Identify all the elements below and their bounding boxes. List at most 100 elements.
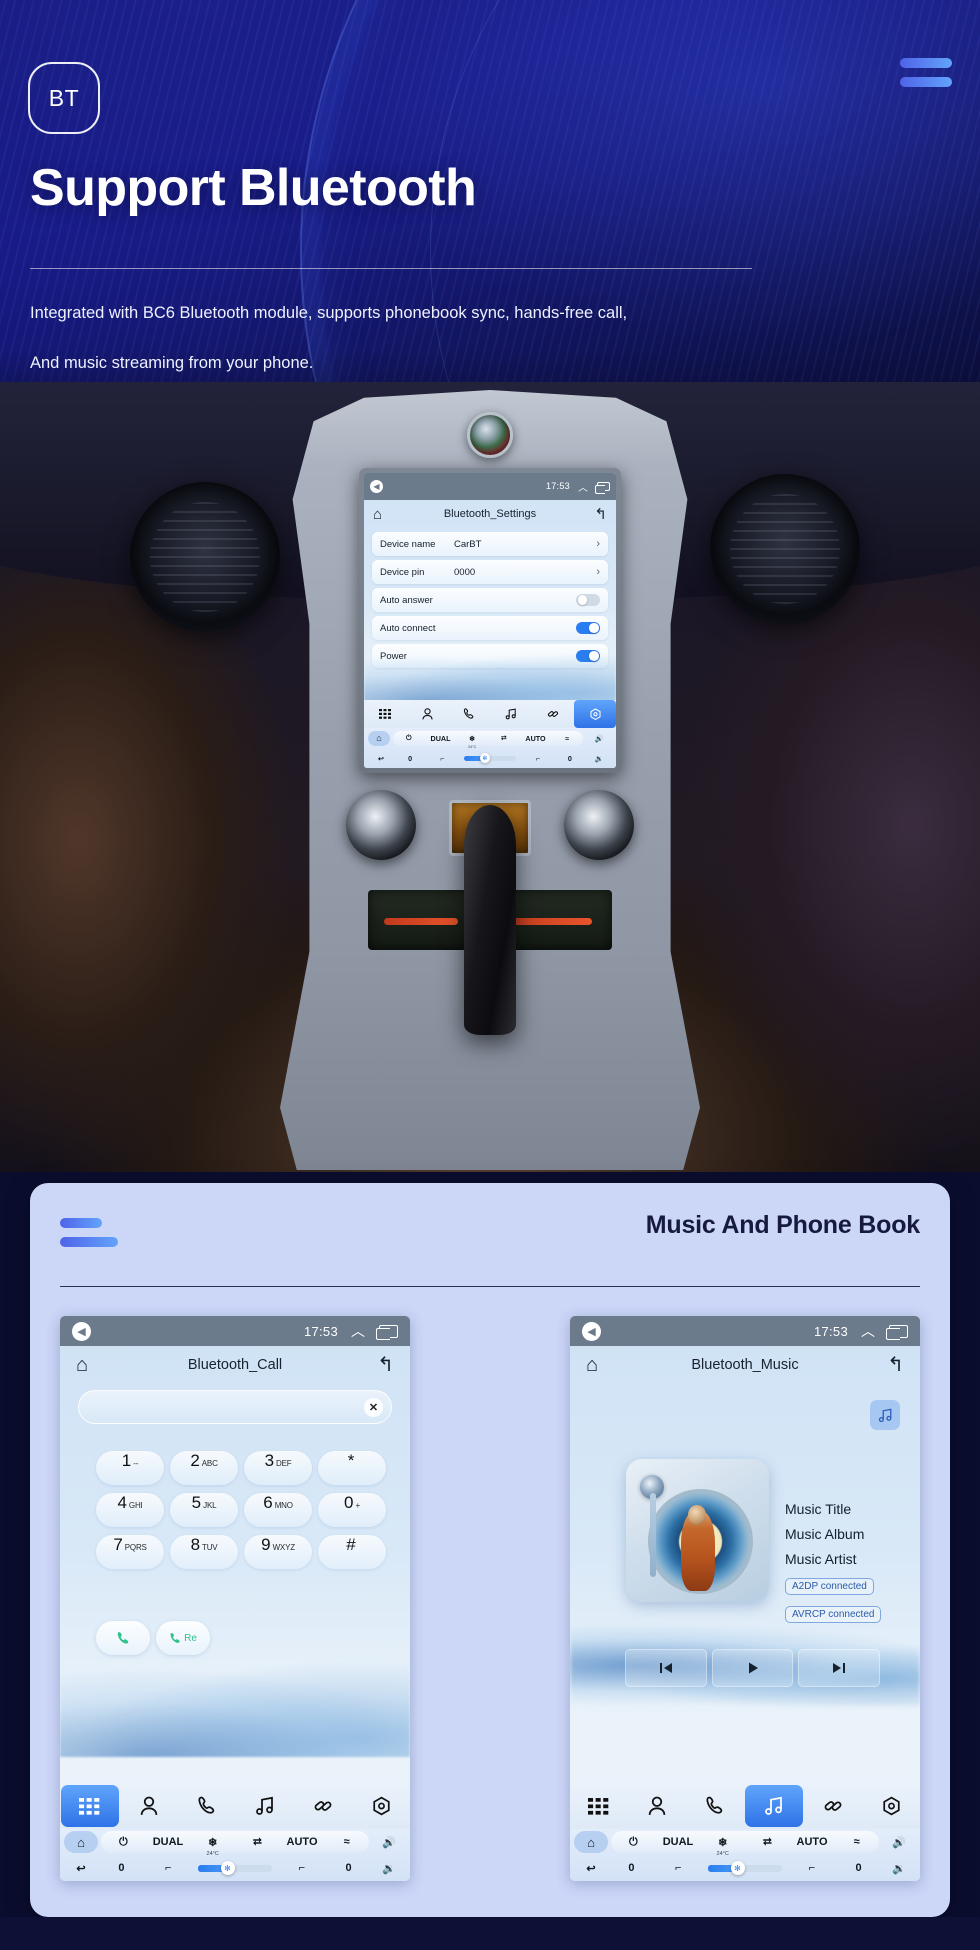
key-7[interactable]: 7 PQRS: [96, 1535, 164, 1569]
ac-knob-left[interactable]: [346, 790, 416, 860]
recent-apps-icon[interactable]: [595, 481, 610, 494]
key-0[interactable]: 0 +: [318, 1493, 386, 1527]
volume-up-button[interactable]: 🔊: [372, 1836, 406, 1849]
hvac-auto-button[interactable]: AUTO: [790, 1836, 835, 1848]
key-5[interactable]: 5 JKL: [170, 1493, 238, 1527]
hvac-power-button[interactable]: ⏻: [101, 1836, 146, 1849]
volume-up-button[interactable]: 🔊: [882, 1836, 916, 1849]
hvac-power-button[interactable]: ⏻: [611, 1836, 656, 1849]
volume-down-button[interactable]: 🔉: [372, 1862, 406, 1875]
play-button[interactable]: [711, 1649, 794, 1687]
tab-music[interactable]: [236, 1783, 294, 1829]
key-digit: 5: [191, 1493, 202, 1512]
bluetooth-music-screen[interactable]: ◀ 17:53 ︿ ⌂ Bluetooth_Music ↰ Music Titl…: [570, 1316, 920, 1881]
chevron-up-icon[interactable]: ︿: [351, 1321, 365, 1341]
key-2[interactable]: 2 ABC: [170, 1451, 238, 1485]
volume-down-button[interactable]: 🔉: [586, 754, 612, 763]
hvac-recirculate-button[interactable]: ⮂: [745, 1836, 790, 1849]
key-9[interactable]: 9 WXYZ: [244, 1535, 312, 1569]
contacts-icon: [140, 1796, 158, 1815]
key-star[interactable]: *: [318, 1451, 386, 1485]
hvac-defrost-button[interactable]: ≈: [324, 1836, 369, 1848]
tab-contacts[interactable]: [406, 700, 448, 728]
tab-contacts[interactable]: [120, 1783, 178, 1829]
music-note-icon: [256, 1796, 273, 1815]
fan-speed-slider[interactable]: ✻: [197, 1861, 273, 1875]
hvac-dual-button[interactable]: DUAL: [425, 734, 457, 743]
next-track-button[interactable]: [798, 1649, 881, 1687]
seat-icon[interactable]: ⌐: [145, 1862, 192, 1874]
tab-phone[interactable]: [178, 1783, 236, 1829]
fan-speed-slider[interactable]: ✻: [707, 1861, 783, 1875]
settings-row-device-pin[interactable]: Device pin 0000 ›: [372, 560, 608, 585]
hvac-recirculate-button[interactable]: ⮂: [488, 733, 520, 743]
recent-apps-icon[interactable]: [886, 1324, 908, 1340]
hvac-home-button[interactable]: ⌂: [368, 730, 390, 746]
hvac-ac-button[interactable]: ❄ 24°C: [700, 1836, 745, 1857]
bluetooth-call-screen[interactable]: ◀ 17:53 ︿ ⌂ Bluetooth_Call ↰ ✕ 1 -- 2 AB…: [60, 1316, 410, 1881]
hamburger-icon[interactable]: [900, 58, 952, 87]
auto-answer-toggle[interactable]: [576, 594, 600, 607]
tab-link[interactable]: [532, 700, 574, 728]
volume-down-button[interactable]: 🔉: [882, 1862, 916, 1875]
hvac-back-button[interactable]: ↩: [64, 1862, 98, 1875]
seat-heat-icon[interactable]: ⌐: [788, 1862, 835, 1874]
seat-icon[interactable]: ⌐: [426, 754, 458, 763]
volume-up-button[interactable]: 🔊: [586, 734, 612, 743]
previous-track-button[interactable]: [625, 1649, 707, 1687]
tab-link[interactable]: [804, 1783, 862, 1829]
seat-icon[interactable]: ⌐: [655, 1862, 702, 1874]
tab-phone[interactable]: [448, 700, 490, 728]
key-3[interactable]: 3 DEF: [244, 1451, 312, 1485]
hvac-recirculate-button[interactable]: ⮂: [235, 1836, 280, 1849]
tab-link[interactable]: [294, 1783, 352, 1829]
key-8[interactable]: 8 TUV: [170, 1535, 238, 1569]
tab-apps-grid[interactable]: [570, 1783, 628, 1829]
ac-knob-right[interactable]: [564, 790, 634, 860]
key-4[interactable]: 4 GHI: [96, 1493, 164, 1527]
settings-row-auto-answer[interactable]: Auto answer: [372, 588, 608, 613]
key-1[interactable]: 1 --: [96, 1451, 164, 1485]
hvac-ac-button[interactable]: ❄ 24°C: [456, 734, 488, 749]
hvac-auto-button[interactable]: AUTO: [280, 1836, 325, 1848]
close-x-icon[interactable]: ✕: [364, 1397, 383, 1417]
hvac-ac-button[interactable]: ❄ 24°C: [190, 1836, 235, 1857]
hvac-defrost-button[interactable]: ≈: [551, 734, 583, 743]
hvac-defrost-button[interactable]: ≈: [834, 1836, 879, 1848]
chevron-up-icon[interactable]: ︿: [861, 1321, 875, 1341]
settings-row-device-name[interactable]: Device name CarBT ›: [372, 532, 608, 557]
seat-heat-icon[interactable]: ⌐: [522, 754, 554, 763]
tab-music[interactable]: [490, 700, 532, 728]
tab-phone[interactable]: [686, 1783, 744, 1829]
hvac-dual-button[interactable]: DUAL: [146, 1836, 191, 1848]
key-hash[interactable]: #: [318, 1535, 386, 1569]
key-6[interactable]: 6 MNO: [244, 1493, 312, 1527]
music-source-badge[interactable]: [870, 1400, 900, 1430]
fan-icon[interactable]: ✻: [730, 1861, 745, 1875]
tab-apps-grid[interactable]: [364, 700, 406, 728]
tab-settings[interactable]: [352, 1783, 410, 1829]
tab-contacts[interactable]: [628, 1783, 686, 1829]
head-unit-screen[interactable]: ◀ 17:53 ︿ ⌂ Bluetooth_Settings ↰ Device …: [364, 473, 616, 768]
tab-music[interactable]: [745, 1785, 803, 1827]
hvac-back-button[interactable]: ↩: [574, 1862, 608, 1875]
contacts-icon: [648, 1796, 666, 1815]
fan-icon[interactable]: ✻: [479, 753, 490, 764]
hvac-auto-button[interactable]: AUTO: [520, 734, 552, 743]
hvac-home-button[interactable]: ⌂: [64, 1831, 98, 1853]
speaker-icon: ◀: [72, 1321, 91, 1341]
fan-speed-slider[interactable]: ✻: [464, 753, 516, 764]
seat-heat-icon[interactable]: ⌐: [278, 1862, 325, 1874]
hvac-back-button[interactable]: ↩: [368, 754, 394, 763]
chevron-up-icon[interactable]: ︿: [578, 479, 588, 494]
tab-apps-grid[interactable]: [61, 1785, 119, 1827]
hvac-home-button[interactable]: ⌂: [574, 1831, 608, 1853]
album-turntable-art: [626, 1459, 769, 1602]
fan-icon[interactable]: ✻: [220, 1861, 235, 1875]
recent-apps-icon[interactable]: [376, 1324, 398, 1340]
tab-settings[interactable]: [862, 1783, 920, 1829]
tab-settings[interactable]: [574, 700, 616, 729]
hvac-dual-button[interactable]: DUAL: [656, 1836, 701, 1848]
dial-input[interactable]: ✕: [78, 1390, 392, 1424]
hvac-power-button[interactable]: ⏻: [393, 733, 425, 743]
